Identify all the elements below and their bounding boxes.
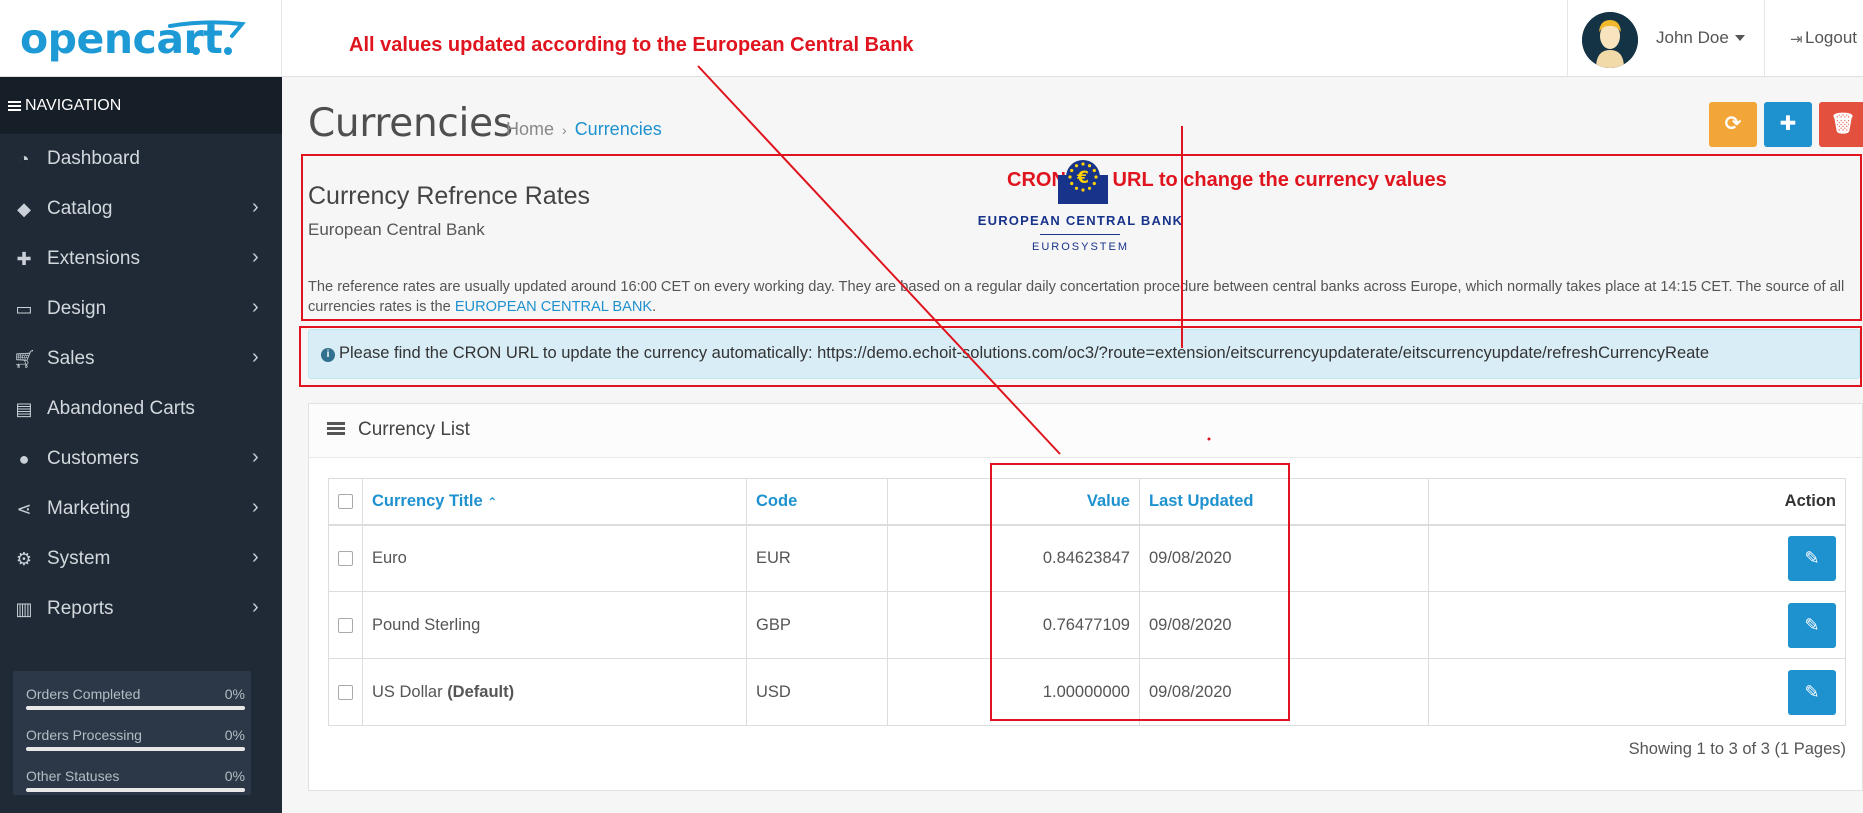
annotation-dot: [1207, 437, 1211, 441]
annotation-arrows: [697, 65, 1211, 455]
annotation-line-values: [697, 65, 1061, 455]
